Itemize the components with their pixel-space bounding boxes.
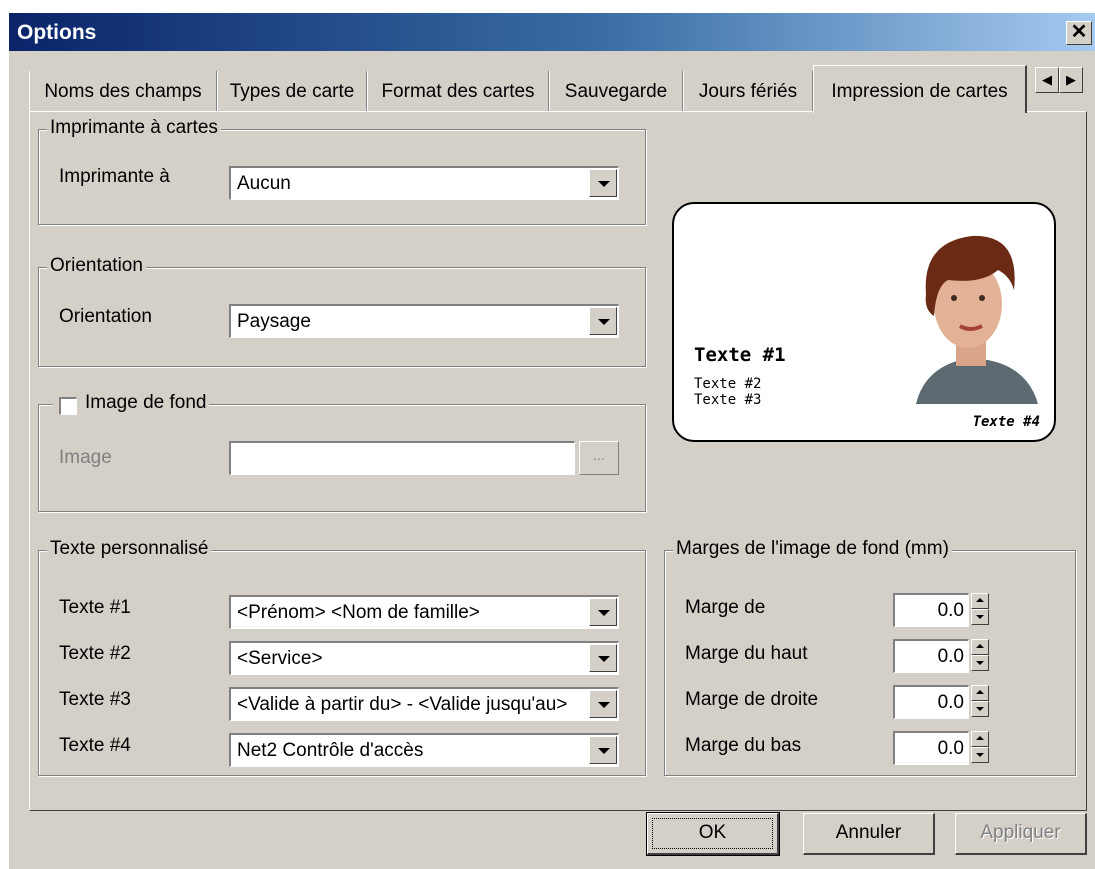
card-text3: Texte #3 [694,392,762,408]
tab-label: Jours fériés [698,81,798,102]
apply-label: Appliquer [980,822,1061,843]
text4-select[interactable]: Net2 Contrôle d'accès [229,733,619,767]
chevron-down-icon[interactable] [589,598,617,626]
tab-label: Format des cartes [381,81,535,102]
orientation-select[interactable]: Paysage [229,304,619,338]
text2-label: Texte #2 [59,643,131,664]
printer-group-legend: Imprimante à cartes [47,117,221,139]
printer-select[interactable]: Aucun [229,166,619,200]
margin-top-down-button[interactable] [971,655,989,671]
arrow-right-icon: ▶ [1066,72,1076,87]
margin-right-input[interactable]: 0.0 [893,685,969,719]
printer-group: Imprimante à cartes Imprimante à Aucun [38,117,646,225]
tab-jours-feries[interactable]: Jours fériés [683,71,813,111]
text3-value: <Valide à partir du> - <Valide jusqu'au> [237,694,568,715]
text1-value: <Prénom> <Nom de famille> [237,602,480,623]
options-dialog: Options ✕ Noms des champs Types de carte… [8,12,1095,869]
orientation-label: Orientation [59,306,152,327]
orientation-group-legend: Orientation [47,255,146,277]
margin-top-up-button[interactable] [971,639,989,655]
card-text4: Texte #4 [972,414,1040,430]
margin-bottom-up-button[interactable] [971,731,989,747]
chevron-down-icon[interactable] [589,644,617,672]
text3-select[interactable]: <Valide à partir du> - <Valide jusqu'au> [229,687,619,721]
ok-button[interactable]: OK [646,812,780,856]
background-image-checkbox[interactable] [59,397,77,415]
tab-label: Noms des champs [44,81,202,102]
image-path-input[interactable] [229,441,575,475]
margin-left-label: Marge de [685,597,766,618]
tab-label: Impression de cartes [831,81,1008,102]
cancel-label: Annuler [835,822,902,843]
tab-sauvegarde[interactable]: Sauvegarde [549,71,683,111]
tab-types-de-carte[interactable]: Types de carte [217,71,367,111]
printer-select-value: Aucun [237,173,291,194]
margin-top-input[interactable]: 0.0 [893,639,969,673]
text4-value: Net2 Contrôle d'accès [237,740,424,761]
margin-left-down-button[interactable] [971,609,989,625]
tab-panel-impression: Imprimante à cartes Imprimante à Aucun O… [29,111,1087,811]
text1-select[interactable]: <Prénom> <Nom de famille> [229,595,619,629]
margin-top-label: Marge du haut [685,643,808,664]
margin-bottom-input[interactable]: 0.0 [893,731,969,765]
custom-text-group: Texte personnalisé Texte #1 <Prénom> <No… [38,538,646,776]
margins-legend: Marges de l'image de fond (mm) [673,538,952,560]
title-bar[interactable]: Options ✕ [9,13,1095,51]
background-image-group: Image de fond Image ... [38,392,646,512]
margin-right-label: Marge de droite [685,689,819,710]
chevron-down-icon[interactable] [589,690,617,718]
tab-scroll-left-button[interactable]: ◀ [1035,67,1059,93]
tab-noms-des-champs[interactable]: Noms des champs [29,71,217,111]
custom-text-legend: Texte personnalisé [47,538,212,560]
close-button[interactable]: ✕ [1066,21,1092,45]
card-text2: Texte #2 [694,376,762,392]
margin-bottom-label: Marge du bas [685,735,802,756]
tab-impression-de-cartes[interactable]: Impression de cartes [813,65,1027,113]
text1-label: Texte #1 [59,597,131,618]
text2-value: <Service> [237,648,323,669]
text4-label: Texte #4 [59,735,131,756]
cancel-button[interactable]: Annuler [803,813,935,855]
close-icon: ✕ [1070,21,1088,43]
printer-label: Imprimante à [59,166,170,187]
text3-label: Texte #3 [59,689,131,710]
chevron-down-icon[interactable] [589,307,617,335]
arrow-left-icon: ◀ [1042,72,1052,87]
orientation-select-value: Paysage [237,311,311,332]
tab-label: Sauvegarde [564,81,668,102]
card-text1: Texte #1 [694,344,786,366]
margin-right-down-button[interactable] [971,701,989,717]
card-preview: Texte #1 Texte #2 Texte #3 Texte #4 [672,202,1056,442]
orientation-group: Orientation Orientation Paysage [38,255,646,367]
browse-button[interactable]: ... [579,441,619,475]
margin-right-up-button[interactable] [971,685,989,701]
window-title: Options [17,21,97,44]
apply-button[interactable]: Appliquer [955,813,1087,855]
tab-scroll-right-button[interactable]: ▶ [1059,67,1083,93]
image-label: Image [59,447,112,468]
tab-format-des-cartes[interactable]: Format des cartes [367,71,549,111]
portrait-photo [916,235,1038,404]
chevron-down-icon[interactable] [589,736,617,764]
margin-left-up-button[interactable] [971,593,989,609]
tab-label: Types de carte [229,81,355,102]
chevron-down-icon[interactable] [589,169,617,197]
text2-select[interactable]: <Service> [229,641,619,675]
margin-bottom-down-button[interactable] [971,747,989,763]
focus-rect [652,818,773,849]
margins-group: Marges de l'image de fond (mm) Marge de … [664,538,1076,776]
margin-left-input[interactable]: 0.0 [893,593,969,627]
